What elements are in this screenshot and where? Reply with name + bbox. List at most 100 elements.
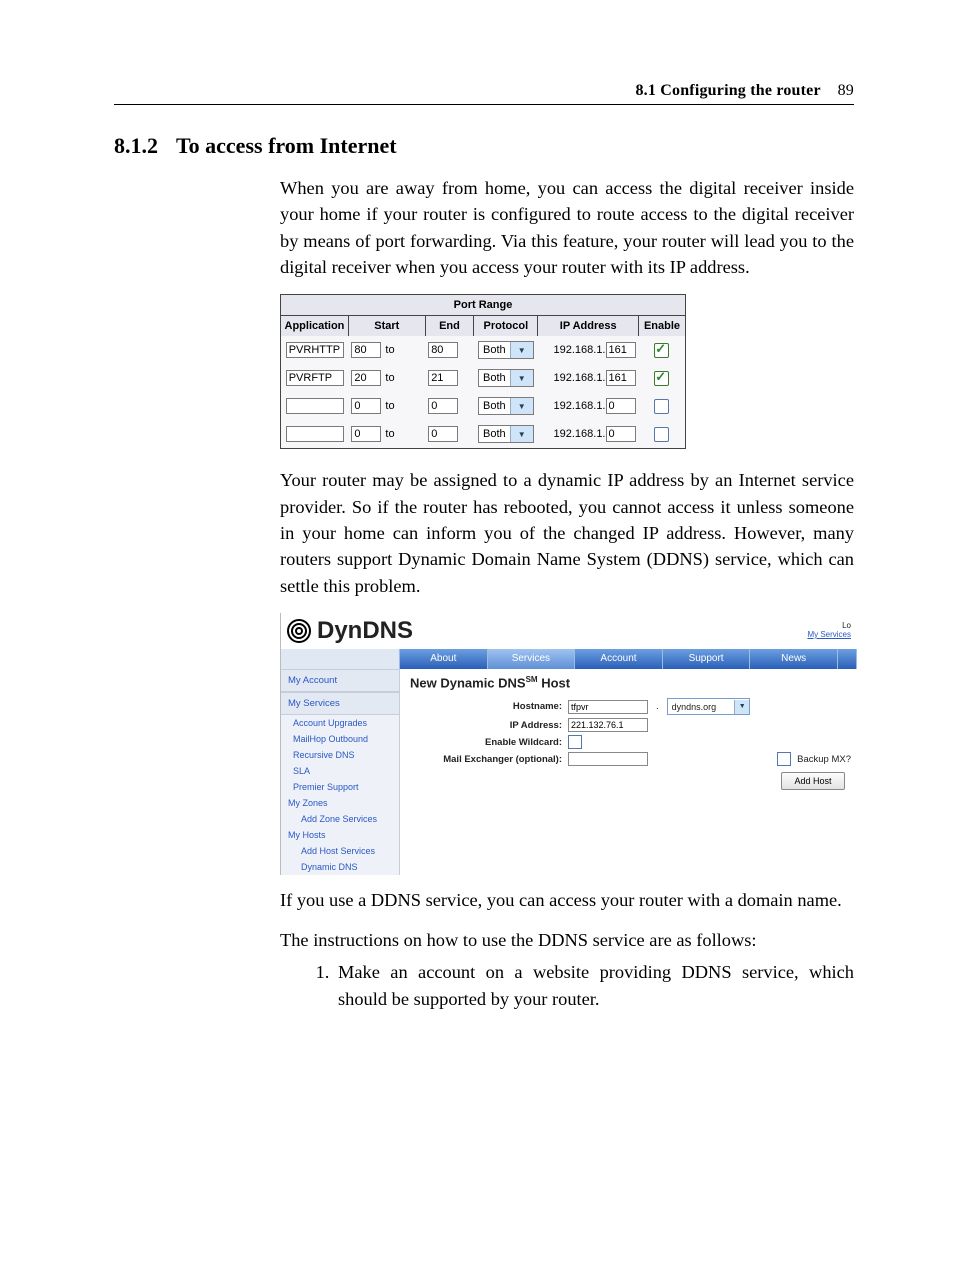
- pf-app-field[interactable]: [286, 398, 344, 414]
- pf-end-field[interactable]: [428, 426, 458, 442]
- pf-to-label: to: [381, 428, 398, 440]
- pf-ip-field[interactable]: [606, 342, 636, 358]
- dyndns-nav-tail: [838, 649, 857, 669]
- pf-end-field[interactable]: [428, 398, 458, 414]
- running-header-ref: 8.1 Configuring the router: [635, 82, 820, 99]
- chevron-down-icon: ▼: [510, 398, 533, 414]
- intro-paragraph: When you are away from home, you can acc…: [280, 175, 854, 280]
- pf-app-field[interactable]: [286, 342, 344, 358]
- pf-row: to Both▼ 192.168.1.: [281, 392, 685, 420]
- hostname-field[interactable]: [568, 700, 648, 714]
- lbl-backup-mx: Backup MX?: [797, 754, 851, 765]
- sidebar-item[interactable]: Add Host Services: [281, 843, 399, 859]
- lbl-wildcard: Enable Wildcard:: [410, 737, 562, 748]
- pf-end-field[interactable]: [428, 370, 458, 386]
- sidebar-my-zones[interactable]: My Zones: [281, 795, 399, 811]
- add-host-button[interactable]: Add Host: [781, 772, 845, 790]
- dyndns-nav-about[interactable]: About: [400, 649, 488, 669]
- pf-protocol-select[interactable]: Both▼: [478, 341, 534, 359]
- ddns-benefit-paragraph: If you use a DDNS service, you can acces…: [280, 887, 854, 913]
- pf-ip-field[interactable]: [606, 398, 636, 414]
- dyndns-nav-news[interactable]: News: [750, 649, 838, 669]
- pf-ip-prefix: 192.168.1.: [554, 428, 606, 440]
- sidebar-item[interactable]: MailHop Outbound: [281, 731, 399, 747]
- section-title: To access from Internet: [176, 133, 397, 159]
- mx-field[interactable]: [568, 752, 648, 766]
- pf-enable-checkbox[interactable]: [654, 427, 669, 442]
- pf-ip-prefix: 192.168.1.: [554, 344, 606, 356]
- pf-protocol-value: Both: [479, 428, 510, 440]
- dyndns-logo-text: DynDNS: [317, 617, 413, 645]
- dyndns-sidebar: My Account My Services Account Upgrades …: [281, 669, 400, 875]
- pf-start-field[interactable]: [351, 398, 381, 414]
- pf-enable-checkbox[interactable]: [654, 371, 669, 386]
- section-heading: 8.1.2 To access from Internet: [114, 133, 854, 159]
- pf-protocol-value: Both: [479, 372, 510, 384]
- pf-to-label: to: [381, 400, 398, 412]
- dyndns-nav-spacer: [281, 649, 400, 669]
- dyndns-top-link-2[interactable]: My Services: [807, 631, 851, 640]
- dyndns-top-links: Lo My Services: [807, 622, 851, 640]
- pf-start-field[interactable]: [351, 342, 381, 358]
- pf-h-enable: Enable: [639, 316, 686, 336]
- pf-protocol-select[interactable]: Both▼: [478, 425, 534, 443]
- sidebar-item[interactable]: Recursive DNS: [281, 747, 399, 763]
- sidebar-item[interactable]: Add Zone Services: [281, 811, 399, 827]
- sidebar-item[interactable]: Premier Support: [281, 779, 399, 795]
- sidebar-my-hosts[interactable]: My Hosts: [281, 827, 399, 843]
- ddns-steps: Make an account on a website providing D…: [280, 959, 854, 1011]
- pf-title: Port Range: [281, 295, 685, 316]
- ip-field[interactable]: [568, 718, 648, 732]
- dyndns-title-sm: SM: [526, 675, 538, 684]
- wildcard-checkbox[interactable]: [568, 735, 582, 749]
- ddns-explain-paragraph: Your router may be assigned to a dynamic…: [280, 467, 854, 599]
- sidebar-my-services[interactable]: My Services: [281, 692, 399, 715]
- pf-app-field[interactable]: [286, 426, 344, 442]
- pf-end-field[interactable]: [428, 342, 458, 358]
- page-number: 89: [838, 82, 854, 99]
- running-header: 8.1 Configuring the router 89: [114, 82, 854, 100]
- pf-enable-checkbox[interactable]: [654, 343, 669, 358]
- sidebar-item[interactable]: Dynamic DNS: [281, 859, 399, 875]
- pf-ip-prefix: 192.168.1.: [554, 400, 606, 412]
- pf-to-label: to: [381, 372, 398, 384]
- pf-row: to Both▼ 192.168.1.: [281, 420, 685, 448]
- sidebar-my-account[interactable]: My Account: [281, 669, 399, 692]
- sidebar-item[interactable]: SLA: [281, 763, 399, 779]
- pf-start-field[interactable]: [351, 426, 381, 442]
- pf-h-start: Start: [348, 316, 425, 336]
- lbl-ip: IP Address:: [410, 720, 562, 731]
- pf-protocol-select[interactable]: Both▼: [478, 397, 534, 415]
- dyndns-logo-icon: [287, 619, 311, 643]
- pf-protocol-value: Both: [479, 400, 510, 412]
- pf-ip-field[interactable]: [606, 426, 636, 442]
- dyndns-nav-account[interactable]: Account: [575, 649, 663, 669]
- hostname-domain-select[interactable]: dyndns.org ▼: [667, 698, 751, 715]
- pf-protocol-select[interactable]: Both▼: [478, 369, 534, 387]
- pf-h-app: Application: [281, 316, 348, 336]
- backup-mx-checkbox[interactable]: [777, 752, 791, 766]
- hostname-dot: .: [654, 701, 661, 712]
- lbl-hostname: Hostname:: [410, 701, 562, 712]
- pf-ip-prefix: 192.168.1.: [554, 372, 606, 384]
- ddns-step-1: Make an account on a website providing D…: [334, 959, 854, 1011]
- dyndns-nav-services[interactable]: Services: [488, 649, 576, 669]
- sidebar-item[interactable]: Account Upgrades: [281, 715, 399, 731]
- chevron-down-icon: ▼: [734, 700, 749, 714]
- dyndns-form-title: New Dynamic DNSSM Host: [410, 675, 851, 690]
- pf-ip-field[interactable]: [606, 370, 636, 386]
- pf-app-field[interactable]: [286, 370, 344, 386]
- chevron-down-icon: ▼: [510, 426, 533, 442]
- header-rule: [114, 104, 854, 105]
- pf-protocol-value: Both: [479, 344, 510, 356]
- pf-enable-checkbox[interactable]: [654, 399, 669, 414]
- dyndns-logo: DynDNS: [287, 617, 413, 645]
- pf-row: toBoth▼192.168.1.: [281, 336, 685, 364]
- dyndns-nav-support[interactable]: Support: [663, 649, 751, 669]
- dyndns-title-c: Host: [538, 675, 571, 690]
- pf-start-field[interactable]: [351, 370, 381, 386]
- pf-row: to Both▼ 192.168.1.: [281, 364, 685, 392]
- dyndns-navbar: About Services Account Support News: [281, 649, 857, 669]
- chevron-down-icon: ▼: [510, 370, 533, 386]
- ddns-steps-intro: The instructions on how to use the DDNS …: [280, 927, 854, 953]
